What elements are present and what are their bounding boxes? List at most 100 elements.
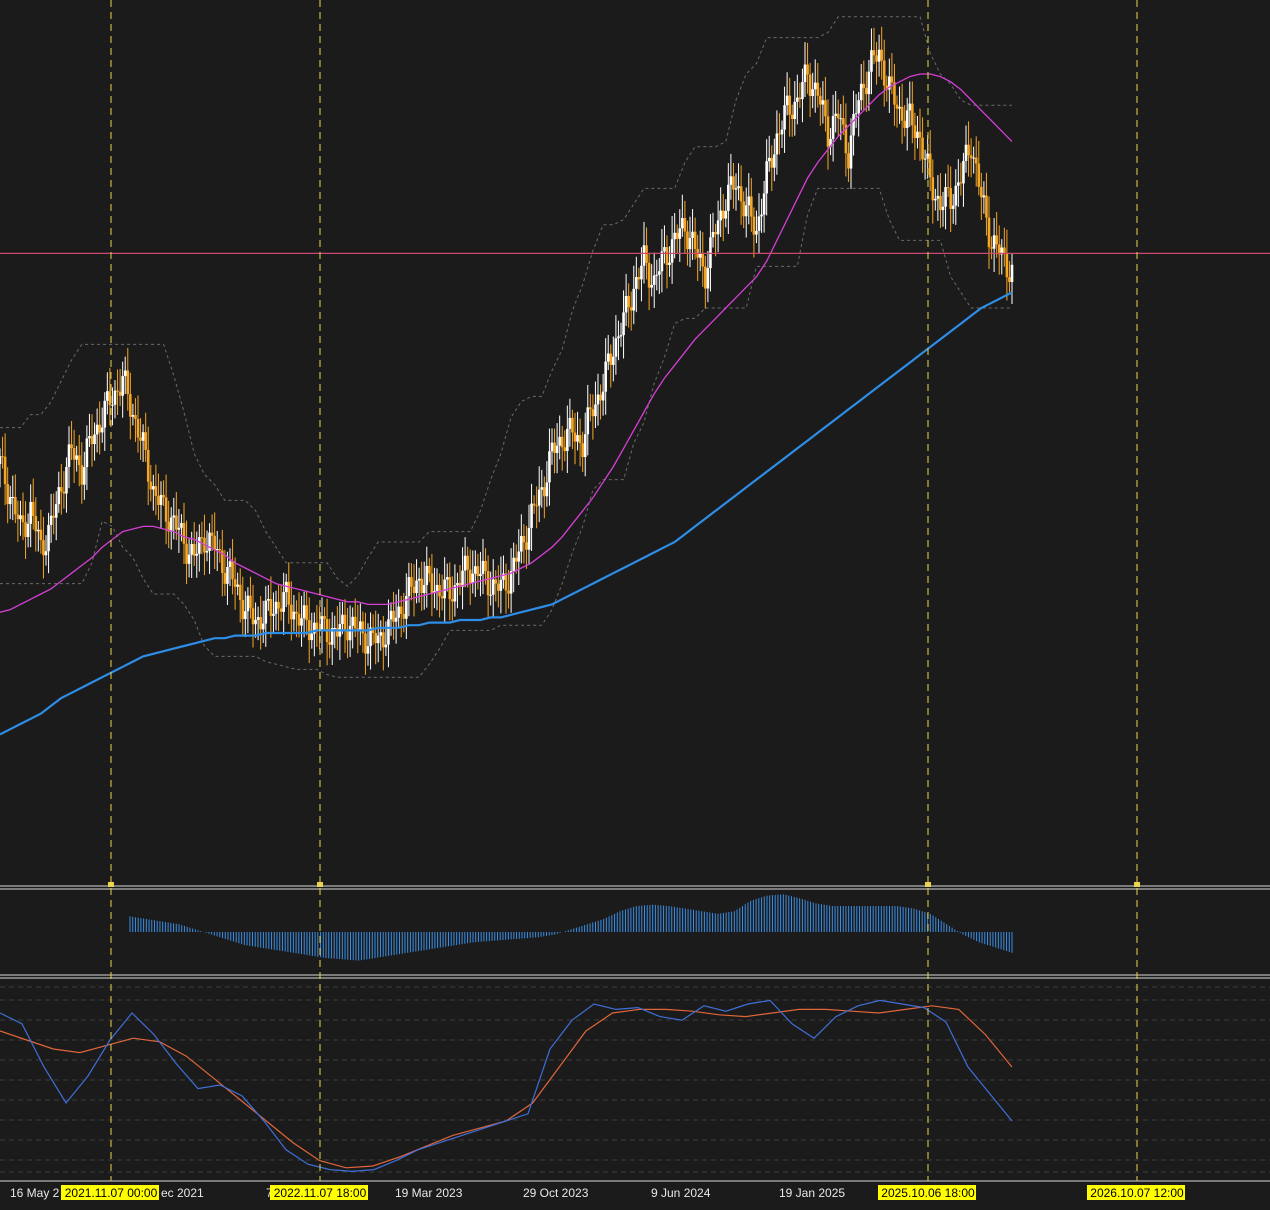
candle-down: [507, 590, 510, 594]
candle-up: [236, 584, 239, 587]
candle-down: [665, 247, 669, 265]
candle-up: [47, 524, 50, 552]
candle-up: [254, 619, 257, 625]
candle-down: [269, 599, 273, 616]
candle-down: [251, 608, 255, 625]
candle-down: [382, 632, 385, 648]
candle-down: [139, 437, 142, 441]
candle-down: [977, 163, 981, 187]
candle-up: [612, 356, 615, 365]
candle-up: [517, 551, 521, 562]
candle-up: [668, 262, 671, 265]
candle-up: [489, 594, 492, 596]
candle-down: [826, 116, 830, 147]
candle-down: [249, 595, 252, 609]
candle-down: [629, 307, 633, 311]
candle-down: [704, 266, 707, 289]
candle-down: [192, 544, 196, 556]
candle-down: [959, 182, 963, 184]
candle-down: [560, 436, 564, 448]
candle-up: [594, 404, 597, 417]
candle-down: [129, 394, 132, 417]
candle-down: [80, 465, 84, 485]
candle-up: [226, 566, 229, 584]
candle-up: [169, 517, 173, 532]
candle-down: [578, 435, 582, 444]
candle-down: [182, 522, 186, 544]
candle-down: [364, 633, 367, 654]
candle-up: [474, 566, 477, 574]
candle-up: [11, 496, 15, 498]
candle-up: [558, 436, 561, 446]
candle-down: [990, 247, 993, 249]
candle-up: [267, 599, 270, 601]
candle-down: [686, 231, 689, 250]
candle-down: [770, 157, 774, 168]
candle-up: [734, 188, 738, 190]
candle-up: [744, 205, 748, 217]
candle-up: [100, 427, 104, 433]
candle-up: [246, 595, 250, 612]
candle-up: [123, 370, 127, 377]
candle-up: [936, 195, 940, 199]
candle-up: [624, 295, 628, 313]
candle-down: [52, 515, 55, 518]
candle-up: [711, 231, 715, 238]
candle-down: [402, 614, 406, 619]
candle-up: [228, 561, 232, 567]
candle-down: [149, 481, 153, 490]
candle-up: [103, 400, 107, 428]
candle-down: [880, 49, 883, 61]
candle-down: [693, 231, 697, 249]
candle-down: [895, 104, 899, 109]
candle-up: [379, 632, 383, 636]
candle-up: [673, 232, 676, 240]
candle-down: [790, 114, 794, 119]
candle-up: [852, 114, 855, 136]
candle-up: [962, 160, 965, 184]
candle-up: [274, 601, 278, 614]
candle-down: [752, 216, 756, 235]
candle-down: [836, 113, 840, 119]
candle-up: [1010, 264, 1014, 283]
candle-down: [900, 106, 904, 121]
candle-up: [0, 456, 2, 464]
candle-down: [412, 586, 416, 594]
candle-up: [19, 515, 22, 520]
candle-up: [422, 585, 426, 594]
candle-up: [463, 555, 467, 571]
candle-down: [581, 443, 584, 458]
candle-down: [739, 186, 743, 202]
candle-down: [497, 583, 500, 591]
candle-down: [315, 622, 319, 631]
candle-up: [44, 551, 48, 556]
candle-down: [6, 484, 9, 505]
candle-up: [755, 230, 758, 235]
candle-down: [185, 543, 188, 564]
candle-up: [908, 103, 912, 111]
candle-up: [131, 415, 135, 417]
candle-down: [323, 616, 326, 619]
candle-down: [484, 560, 487, 571]
candle-down: [875, 55, 878, 62]
candle-down: [90, 436, 94, 445]
candle-down: [798, 97, 802, 100]
candle-down: [116, 390, 119, 392]
candle-up: [944, 187, 947, 207]
candle-up: [512, 557, 515, 572]
candle-down: [563, 447, 567, 452]
candle-up: [951, 205, 955, 209]
candle-up: [540, 487, 544, 490]
candle-up: [747, 196, 751, 206]
candle-up: [461, 570, 464, 587]
candle-up: [793, 101, 797, 119]
candle-up: [187, 554, 191, 564]
candle-down: [913, 125, 917, 138]
candle-down: [77, 455, 81, 466]
candle-down: [118, 391, 122, 396]
candle-up: [691, 231, 694, 239]
candle-down: [969, 155, 973, 159]
candle-down: [213, 535, 216, 550]
candle-up: [180, 522, 183, 528]
candle-down: [599, 394, 602, 401]
